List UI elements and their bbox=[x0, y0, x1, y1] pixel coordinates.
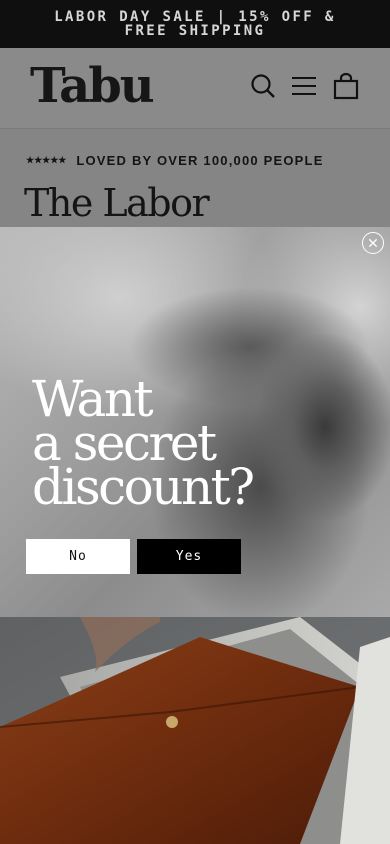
product-title: The Labor bbox=[24, 181, 210, 225]
menu-icon[interactable] bbox=[290, 72, 318, 100]
discount-popup: Want a secret discount? No Yes bbox=[0, 227, 390, 617]
search-icon[interactable] bbox=[249, 72, 277, 100]
announcement-line-2: FREE SHIPPING bbox=[124, 23, 266, 39]
close-icon[interactable] bbox=[362, 232, 384, 254]
yes-button[interactable]: Yes bbox=[137, 539, 241, 574]
announcement-bar: LABOR DAY SALE | 15% OFF & FREE SHIPPING bbox=[0, 0, 390, 48]
product-photo bbox=[0, 617, 390, 844]
announcement-line-1: LABOR DAY SALE | 15% OFF & bbox=[54, 9, 336, 25]
loved-text: LOVED BY OVER 100,000 PEOPLE bbox=[76, 153, 324, 168]
headline-line-3: discount? bbox=[32, 458, 255, 516]
brand-logo[interactable]: Tabu bbox=[30, 60, 155, 112]
no-button[interactable]: No bbox=[26, 539, 130, 574]
product-summary: ★★★★★ LOVED BY OVER 100,000 PEOPLE The L… bbox=[0, 128, 390, 228]
site-header: Tabu bbox=[0, 48, 390, 128]
social-proof: ★★★★★ LOVED BY OVER 100,000 PEOPLE bbox=[26, 153, 324, 168]
product-image bbox=[0, 617, 390, 844]
cart-icon[interactable] bbox=[332, 72, 360, 100]
popup-headline: Want a secret discount? bbox=[32, 374, 332, 516]
rating-stars: ★★★★★ bbox=[26, 155, 67, 165]
